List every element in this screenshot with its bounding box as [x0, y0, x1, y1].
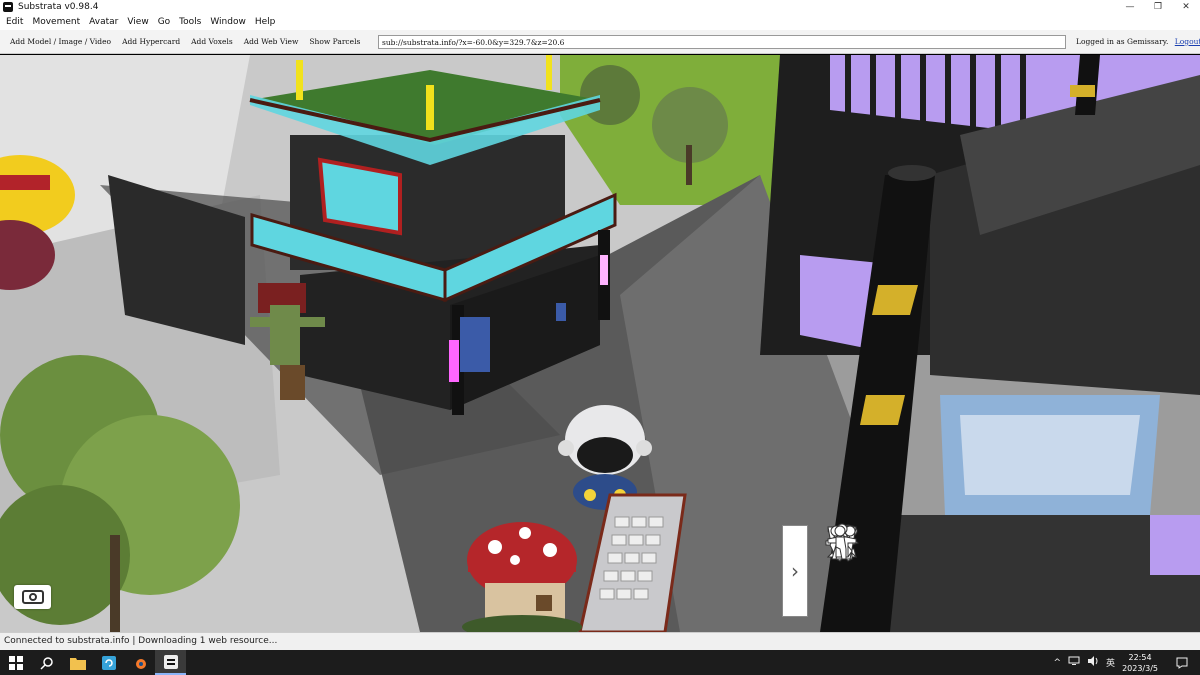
clock-date: 2023/3/5 [1122, 663, 1158, 673]
notification-icon[interactable] [1172, 650, 1192, 675]
app-blue-icon[interactable] [93, 650, 124, 675]
sleep-gesture-icon[interactable]: z [826, 523, 981, 573]
menu-tools[interactable]: Tools [179, 17, 201, 27]
sit-chair-gesture-icon[interactable] [833, 523, 1193, 573]
show-parcels-button[interactable]: Show Parcels [304, 37, 365, 46]
3d-viewport[interactable]: › z [0, 55, 1200, 632]
system-tray: ^ 英 22:54 2023/3/5 [1054, 650, 1200, 675]
close-button[interactable]: ✕ [1172, 0, 1200, 14]
username: Gemissary. [1127, 37, 1169, 46]
bow-gesture-icon[interactable] [831, 525, 1087, 623]
search-icon[interactable] [31, 650, 62, 675]
menu-bar: Edit Movement Avatar View Go Tools Windo… [0, 14, 1200, 30]
file-explorer-icon[interactable] [62, 650, 93, 675]
crouch-gesture-icon[interactable] [829, 525, 1034, 623]
ime-indicator[interactable]: 英 [1106, 656, 1115, 669]
add-model-button[interactable]: Add Model / Image / Video [5, 37, 116, 46]
toolbar: Add Model / Image / Video Add Hypercard … [0, 30, 1200, 54]
lean-gesture-icon[interactable] [834, 525, 1193, 623]
volume-icon[interactable] [1087, 656, 1099, 669]
clap-gesture-icon[interactable] [827, 523, 1140, 623]
logout-link[interactable]: Logout [1175, 37, 1200, 46]
minimize-button[interactable]: — [1116, 0, 1144, 14]
kneel-gesture-icon[interactable] [822, 525, 875, 623]
add-web-view-button[interactable]: Add Web View [239, 37, 304, 46]
wave-gesture-icon[interactable] [825, 525, 928, 623]
run-gesture-icon[interactable] [829, 523, 1034, 573]
think-gesture-icon[interactable] [835, 523, 928, 573]
title-bar: Substrata v0.98.4 — ❐ ✕ [0, 0, 1200, 14]
logged-in-label: Logged in as [1076, 37, 1125, 46]
dance-gesture-icon[interactable] [827, 523, 1087, 573]
camera-button[interactable] [14, 585, 51, 609]
menu-help[interactable]: Help [255, 17, 276, 27]
menu-window[interactable]: Window [210, 17, 246, 27]
clock[interactable]: 22:54 2023/3/5 [1122, 652, 1158, 674]
window-title: Substrata v0.98.4 [18, 2, 99, 12]
menu-avatar[interactable]: Avatar [89, 17, 118, 27]
menu-edit[interactable]: Edit [6, 17, 23, 27]
window-controls: — ❐ ✕ [1116, 0, 1200, 14]
login-status: Logged in as Gemissary. Logout [1076, 37, 1200, 46]
network-icon[interactable] [1068, 656, 1080, 669]
blender-icon[interactable] [124, 650, 155, 675]
menu-movement[interactable]: Movement [32, 17, 80, 27]
restore-button[interactable]: ❐ [1144, 0, 1172, 14]
tray-chevron-icon[interactable]: ^ [1054, 658, 1062, 668]
windows-start-icon[interactable] [0, 650, 31, 675]
url-input[interactable]: sub://substrata.info/?x=-60.0&y=329.7&z=… [378, 35, 1066, 49]
add-hypercard-button[interactable]: Add Hypercard [117, 37, 185, 46]
menu-go[interactable]: Go [158, 17, 170, 27]
gesture-panel: z [822, 523, 1194, 623]
substrata-taskbar-icon[interactable] [155, 650, 186, 675]
substrata-app-icon [3, 2, 13, 12]
camera-icon [21, 590, 44, 604]
cheer-gesture-icon[interactable] [827, 523, 1140, 573]
taskbar: ^ 英 22:54 2023/3/5 [0, 650, 1200, 675]
status-bar: Connected to substrata.info | Downloadin… [0, 632, 1200, 650]
menu-view[interactable]: View [127, 17, 148, 27]
clock-time: 22:54 [1128, 652, 1152, 662]
shrug-gesture-icon[interactable] [827, 526, 981, 623]
add-voxels-button[interactable]: Add Voxels [186, 37, 238, 46]
gesture-panel-toggle[interactable]: › [782, 525, 808, 617]
